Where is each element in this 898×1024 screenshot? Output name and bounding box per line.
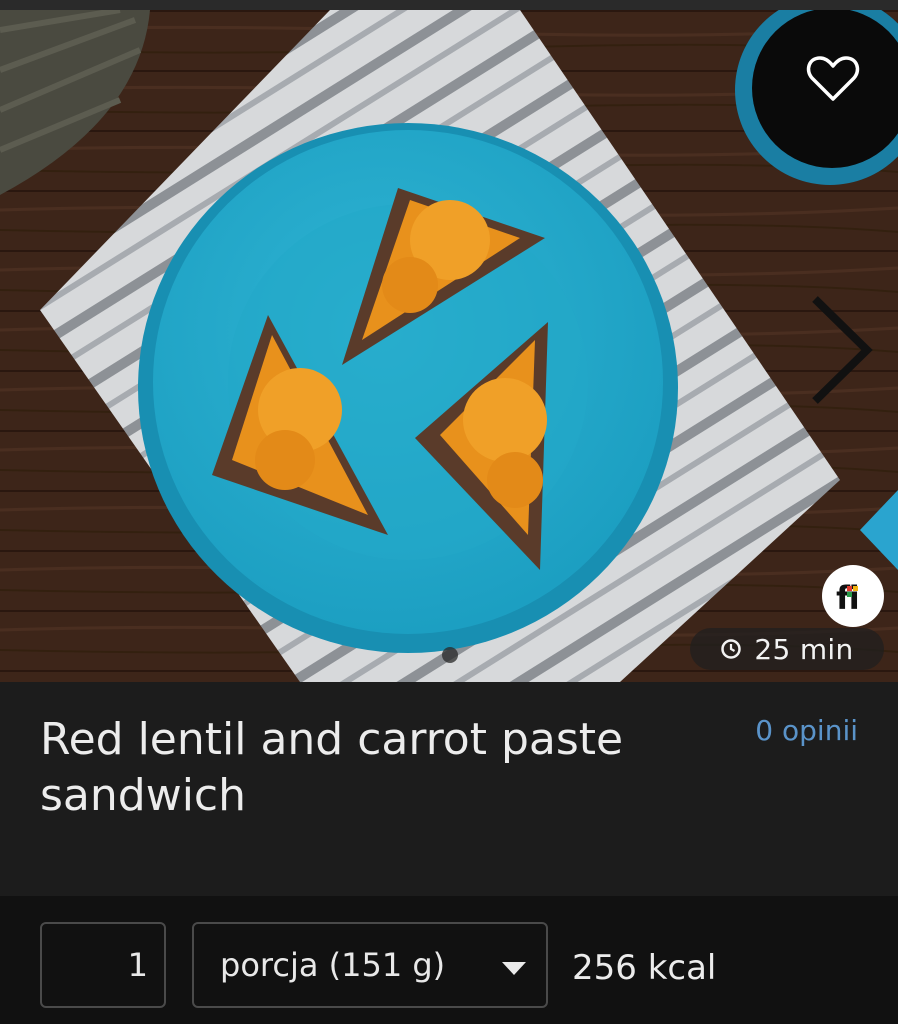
carousel-indicator-dot[interactable]	[442, 647, 458, 663]
unit-select[interactable]: porcja (151 g)	[192, 922, 548, 1008]
chevron-right-icon	[812, 296, 873, 404]
recipe-photo	[0, 10, 898, 682]
prep-time-text: 25 min	[754, 632, 854, 666]
status-bar	[0, 0, 898, 10]
clock-icon	[721, 639, 742, 659]
fi-logo-icon: fi	[822, 565, 884, 627]
prep-time-badge: 25 min	[690, 628, 884, 670]
heart-outline-icon	[806, 56, 860, 101]
quantity-input[interactable]: 1	[40, 922, 166, 1008]
recipe-title: Red lentil and carrot paste sandwich	[40, 714, 624, 821]
reviews-link[interactable]: 0 opinii	[755, 714, 858, 747]
recipe-photo-carousel[interactable]: fi 25 min	[0, 10, 898, 682]
svg-text:fi: fi	[836, 579, 860, 616]
recipe-header: Red lentil and carrot paste sandwich 0 o…	[0, 682, 898, 896]
serving-controls: 1 porcja (151 g) 256 kcal	[0, 896, 898, 1024]
next-photo-button[interactable]	[800, 290, 880, 410]
calories-value: 256 kcal	[572, 948, 717, 988]
favorite-button[interactable]	[800, 46, 866, 112]
unit-select-value: porcja (151 g)	[220, 946, 446, 984]
caret-down-icon	[502, 962, 526, 975]
